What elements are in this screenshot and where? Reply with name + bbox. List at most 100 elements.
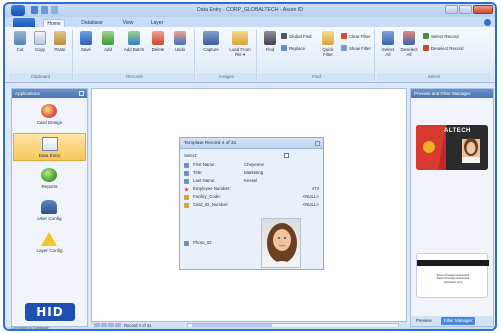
- global-find-button[interactable]: Global Find: [281, 33, 311, 39]
- app-user-config[interactable]: User Config: [13, 197, 86, 225]
- minimize-button[interactable]: [445, 5, 458, 14]
- close-icon[interactable]: [315, 141, 320, 146]
- clipboard-group-label: Clipboard: [9, 73, 72, 81]
- card-back-preview: Return Postage Guaranteed Return Postage…: [416, 253, 489, 298]
- scissors-icon: [14, 31, 26, 45]
- tab-database[interactable]: Database: [79, 19, 105, 27]
- preview-tabs: Preview Filter Manager: [411, 316, 493, 326]
- warning-icon: [41, 232, 57, 246]
- title-value[interactable]: Marketing: [244, 170, 263, 176]
- deselect-record-button[interactable]: Deselect Record: [423, 45, 463, 51]
- quick-filter-button[interactable]: Quick Filter: [317, 31, 339, 57]
- save-button[interactable]: Save: [77, 31, 95, 52]
- copy-button[interactable]: Copy: [31, 31, 49, 52]
- app-reports[interactable]: Reports: [13, 165, 86, 193]
- person-photo-icon: [267, 223, 297, 267]
- data-entry-canvas: Template Record 4 of 31 Select: First Na…: [91, 88, 407, 322]
- clear-filter-button[interactable]: Clear Filter: [341, 33, 370, 39]
- field-icon: [184, 179, 189, 184]
- star-icon: [184, 187, 189, 192]
- magnetic-stripe: [417, 260, 489, 266]
- status-text: Connected to Database: [11, 326, 49, 330]
- field-icon: [184, 171, 189, 176]
- camera-icon: [184, 241, 189, 246]
- save-record-icon: [80, 31, 92, 45]
- applications-panel: Applications Card Design Data Entry Repo…: [11, 88, 88, 327]
- filter-icon: [322, 31, 334, 45]
- card-id-number-value[interactable]: <NULL>: [303, 202, 319, 208]
- field-icon: [184, 203, 189, 208]
- find-group-label: Find: [259, 73, 374, 81]
- add-button[interactable]: Add: [99, 31, 117, 52]
- facility-code-value[interactable]: <NULL>: [303, 194, 319, 200]
- hid-logo: HID: [25, 303, 75, 321]
- tab-view[interactable]: View: [119, 19, 137, 27]
- deselect-all-button[interactable]: Deselect All: [399, 31, 419, 57]
- first-name-value[interactable]: Cheyenne: [244, 162, 264, 168]
- deselect-all-icon: [403, 31, 415, 45]
- add-batch-button[interactable]: Add Batch: [123, 31, 145, 52]
- show-filter-icon: [341, 45, 347, 51]
- app-card-design[interactable]: Card Design: [13, 101, 86, 129]
- show-filter-button[interactable]: Show Filter: [341, 45, 371, 51]
- window-controls: [445, 5, 493, 14]
- select-group-label: Select: [377, 73, 491, 81]
- tab-home[interactable]: Home: [43, 19, 65, 27]
- find-group: Find Global Find Replace Quick Filter Cl…: [259, 29, 375, 81]
- ribbon-tabs: Home Database View Layer: [5, 17, 495, 27]
- card-brand-text: ALTECH: [444, 128, 471, 134]
- undo-button[interactable]: Undo: [171, 31, 189, 52]
- app-layer-config[interactable]: Layer Config: [13, 229, 86, 257]
- copy-icon: [34, 31, 46, 45]
- records-group: Save Add Add Batch Delete Undo Records: [75, 29, 195, 81]
- reports-icon: [41, 168, 57, 182]
- find-button[interactable]: Find: [261, 31, 279, 52]
- select-checkbox[interactable]: [284, 153, 289, 158]
- delete-button[interactable]: Delete: [149, 31, 167, 52]
- title-bar: Data Entry - CORP_GLOBALTECH - Asure ID: [5, 4, 495, 17]
- delete-record-icon: [152, 31, 164, 45]
- app-window: Data Entry - CORP_GLOBALTECH - Asure ID …: [3, 2, 497, 331]
- close-button[interactable]: [473, 5, 493, 14]
- file-tab[interactable]: [13, 18, 35, 27]
- pin-icon[interactable]: [79, 91, 84, 96]
- card-front-preview: ALTECH: [416, 125, 488, 170]
- template-record-window: Template Record 4 of 31 Select: First Na…: [179, 137, 324, 270]
- field-title: Title: Marketing: [184, 170, 321, 176]
- replace-icon: [281, 45, 287, 51]
- field-card-id-number: Card_ID_Number: <NULL>: [184, 202, 321, 208]
- replace-button[interactable]: Replace: [281, 45, 305, 51]
- cut-button[interactable]: Cut: [11, 31, 29, 52]
- field-facility-code: Facility_Code: <NULL>: [184, 194, 321, 200]
- tab-filter-manager[interactable]: Filter Manager: [441, 317, 476, 325]
- photo-id-image[interactable]: [261, 218, 301, 268]
- users-icon: [41, 200, 57, 214]
- maximize-button[interactable]: [459, 5, 472, 14]
- undo-record-icon: [174, 31, 186, 45]
- app-data-entry[interactable]: Data Entry: [13, 133, 86, 161]
- capture-button[interactable]: Capture: [200, 31, 222, 52]
- employee-number-value[interactable]: 473: [312, 186, 319, 192]
- deselect-icon: [423, 45, 429, 51]
- camera-icon: [203, 31, 219, 45]
- help-icon[interactable]: [484, 19, 491, 26]
- records-group-label: Records: [75, 73, 194, 81]
- checkmark-icon: [423, 33, 429, 39]
- tab-preview[interactable]: Preview: [413, 317, 435, 325]
- field-employee-number: Employee Number: 473: [184, 186, 321, 192]
- paste-button[interactable]: Paste: [51, 31, 69, 52]
- field-last-name: Last Name: Kessel: [184, 178, 321, 184]
- field-icon: [184, 163, 189, 168]
- tab-layer[interactable]: Layer: [147, 19, 167, 27]
- preview-panel-header: Preview and Filter Manager: [411, 89, 493, 98]
- status-bar: Connected to Database: [5, 326, 495, 330]
- load-from-file-button[interactable]: Load From File ▾: [227, 31, 253, 57]
- last-name-value[interactable]: Kessel: [244, 178, 257, 184]
- global-find-icon: [281, 33, 287, 39]
- select-all-button[interactable]: Select All: [379, 31, 397, 57]
- data-entry-icon: [42, 137, 58, 151]
- select-record-button[interactable]: Select Record: [423, 33, 459, 39]
- field-icon: [184, 195, 189, 200]
- field-first-name: First Name: Cheyenne: [184, 162, 321, 168]
- images-group: Capture Load From File ▾ Images: [197, 29, 257, 81]
